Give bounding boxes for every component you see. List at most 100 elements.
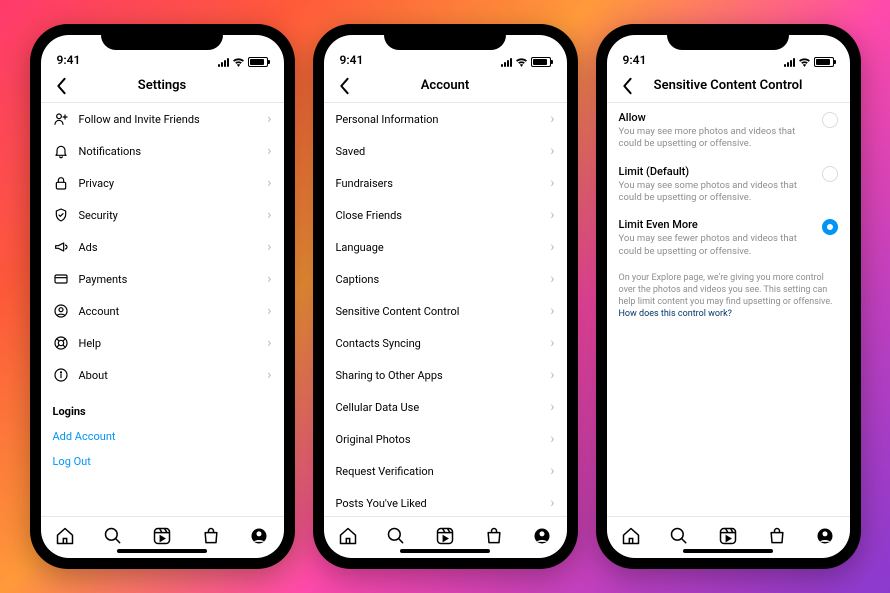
- profile-tab[interactable]: [532, 526, 552, 546]
- option-limit-even-more[interactable]: Limit Even More You may see fewer photos…: [607, 210, 850, 264]
- settings-item-notifications[interactable]: Notifications ›: [41, 135, 284, 167]
- info-icon: [53, 367, 69, 383]
- back-button[interactable]: [51, 76, 71, 96]
- shield-check-icon: [53, 207, 69, 223]
- back-button[interactable]: [617, 76, 637, 96]
- page-title: Account: [421, 78, 469, 93]
- shop-icon: [767, 526, 787, 546]
- chevron-right-icon: ›: [550, 495, 554, 511]
- search-tab[interactable]: [669, 526, 689, 546]
- row-label: Captions: [336, 273, 541, 286]
- status-time: 9:41: [623, 53, 647, 67]
- reels-icon: [152, 526, 172, 546]
- phone-sensitive-content: 9:41 Sensitive Content Control Allow You…: [596, 24, 861, 569]
- chevron-right-icon: ›: [267, 239, 271, 255]
- log-out-link[interactable]: Log Out: [41, 449, 284, 474]
- info-link[interactable]: How does this control work?: [619, 309, 732, 319]
- screen-header: Sensitive Content Control: [607, 69, 850, 103]
- home-indicator[interactable]: [117, 549, 207, 553]
- reels-tab[interactable]: [718, 526, 738, 546]
- row-label: Contacts Syncing: [336, 337, 541, 350]
- account-item-saved[interactable]: Saved›: [324, 135, 567, 167]
- row-label: Language: [336, 241, 541, 254]
- row-label: Help: [79, 337, 258, 350]
- row-label: Account: [79, 305, 258, 318]
- row-label: Personal Information: [336, 113, 541, 126]
- home-tab[interactable]: [338, 526, 358, 546]
- option-desc: You may see more photos and videos that …: [619, 126, 812, 151]
- row-label: Notifications: [79, 145, 258, 158]
- option-limit-default[interactable]: Limit (Default) You may see some photos …: [607, 157, 850, 211]
- chevron-right-icon: ›: [550, 303, 554, 319]
- status-time: 9:41: [340, 53, 364, 67]
- chevron-right-icon: ›: [550, 111, 554, 127]
- chevron-right-icon: ›: [550, 431, 554, 447]
- account-item-captions[interactable]: Captions ›: [324, 263, 567, 295]
- search-tab[interactable]: [386, 526, 406, 546]
- page-title: Settings: [138, 78, 186, 93]
- reels-tab[interactable]: [435, 526, 455, 546]
- option-allow[interactable]: Allow You may see more photos and videos…: [607, 103, 850, 157]
- shop-tab[interactable]: [201, 526, 221, 546]
- profile-tab[interactable]: [815, 526, 835, 546]
- bell-icon: [53, 143, 69, 159]
- settings-item-security[interactable]: Security ›: [41, 199, 284, 231]
- person-plus-icon: [53, 111, 69, 127]
- phone-notch: [101, 24, 223, 50]
- lock-icon: [53, 175, 69, 191]
- home-indicator[interactable]: [683, 549, 773, 553]
- row-label: Close Friends: [336, 209, 541, 222]
- account-item-personal-info[interactable]: Personal Information ›: [324, 103, 567, 135]
- settings-item-ads[interactable]: Ads ›: [41, 231, 284, 263]
- account-item-request-verification[interactable]: Request Verification ›: [324, 455, 567, 487]
- settings-item-about[interactable]: About ›: [41, 359, 284, 391]
- row-label: Payments: [79, 273, 258, 286]
- reels-tab[interactable]: [152, 526, 172, 546]
- account-item-language[interactable]: Language›: [324, 231, 567, 263]
- account-list[interactable]: Personal Information › Saved› Fundraisers…: [324, 103, 567, 516]
- settings-item-payments[interactable]: Payments ›: [41, 263, 284, 295]
- chevron-right-icon: ›: [550, 271, 554, 287]
- search-tab[interactable]: [103, 526, 123, 546]
- shop-tab[interactable]: [767, 526, 787, 546]
- home-tab[interactable]: [55, 526, 75, 546]
- home-tab[interactable]: [621, 526, 641, 546]
- account-item-close-friends[interactable]: Close Friends›: [324, 199, 567, 231]
- settings-item-help[interactable]: Help ›: [41, 327, 284, 359]
- info-paragraph: On your Explore page, we're giving you m…: [607, 264, 850, 329]
- chevron-left-icon: [338, 77, 350, 95]
- life-ring-icon: [53, 335, 69, 351]
- back-button[interactable]: [334, 76, 354, 96]
- account-item-original-photos[interactable]: Original Photos›: [324, 423, 567, 455]
- shop-icon: [484, 526, 504, 546]
- chevron-right-icon: ›: [267, 303, 271, 319]
- settings-item-privacy[interactable]: Privacy ›: [41, 167, 284, 199]
- settings-list[interactable]: Follow and Invite Friends › Notification…: [41, 103, 284, 516]
- home-indicator[interactable]: [400, 549, 490, 553]
- row-label: About: [79, 369, 258, 382]
- chevron-right-icon: ›: [550, 399, 554, 415]
- account-item-fundraisers[interactable]: Fundraisers›: [324, 167, 567, 199]
- account-item-contacts-syncing[interactable]: Contacts Syncing›: [324, 327, 567, 359]
- account-item-sharing-other-apps[interactable]: Sharing to Other Apps›: [324, 359, 567, 391]
- megaphone-icon: [53, 239, 69, 255]
- shop-tab[interactable]: [484, 526, 504, 546]
- account-item-posts-liked[interactable]: Posts You've Liked›: [324, 487, 567, 516]
- row-label: Request Verification: [336, 465, 541, 478]
- add-account-link[interactable]: Add Account: [41, 424, 284, 449]
- cellular-signal-icon: [784, 58, 795, 67]
- account-item-sensitive-content[interactable]: Sensitive Content Control›: [324, 295, 567, 327]
- reels-icon: [718, 526, 738, 546]
- phone-account: 9:41 Account Personal Information › Saved…: [313, 24, 578, 569]
- profile-tab[interactable]: [249, 526, 269, 546]
- chevron-right-icon: ›: [550, 463, 554, 479]
- radio-icon: [822, 112, 838, 128]
- info-text: On your Explore page, we're giving you m…: [619, 273, 833, 307]
- radio-icon: [822, 219, 838, 235]
- option-desc: You may see some photos and videos that …: [619, 180, 812, 205]
- settings-item-account[interactable]: Account ›: [41, 295, 284, 327]
- chevron-right-icon: ›: [267, 271, 271, 287]
- chevron-left-icon: [621, 77, 633, 95]
- settings-item-follow-invite[interactable]: Follow and Invite Friends ›: [41, 103, 284, 135]
- account-item-cellular-data[interactable]: Cellular Data Use›: [324, 391, 567, 423]
